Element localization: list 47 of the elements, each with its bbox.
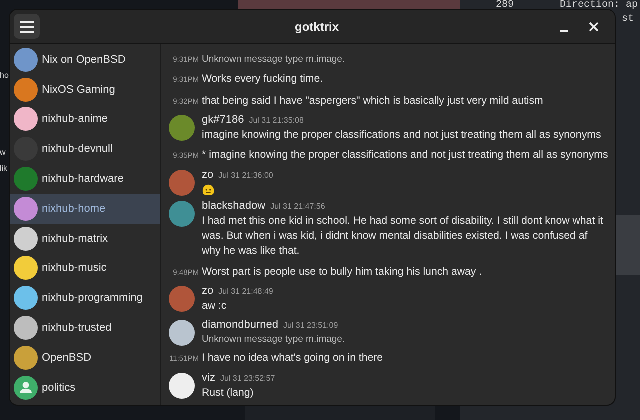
room-item[interactable]: nixhub-hardware xyxy=(10,164,160,194)
message-text: that being said I have "aspergers" which is basically just very mild autism xyxy=(202,94,544,109)
sender-name: gk#7186 xyxy=(202,114,244,126)
sender-name: zo xyxy=(202,285,214,298)
timestamp: Jul 31 21:35:08 xyxy=(249,116,304,125)
room-item[interactable]: politics xyxy=(10,372,160,403)
side-panel xyxy=(615,215,640,275)
sender-name: blackshadow xyxy=(202,200,266,212)
background-text: lik xyxy=(0,164,8,173)
room-item[interactable]: nixhub-home xyxy=(10,194,160,224)
message-text: I have no idea what's going on in there xyxy=(202,351,384,366)
timestamp: Jul 31 21:48:49 xyxy=(218,287,274,296)
message-text: Rust (lang) xyxy=(202,386,255,401)
message-text: * imagine knowing the proper classifications and not just treating them all as synonyms xyxy=(202,148,608,164)
message-text: Unknown message type m.image. xyxy=(202,332,346,346)
message-text: imagine knowing the proper classifications and not just treating them all as synonyms xyxy=(202,128,602,143)
background-text: st xyxy=(622,14,634,25)
message-text: Works every fucking time. xyxy=(202,72,324,88)
timestamp: Jul 31 23:52:57 xyxy=(220,374,276,383)
sender-name: viz xyxy=(202,372,216,384)
sender-name: zo xyxy=(202,168,214,181)
room-item[interactable]: nixhub-music xyxy=(10,254,160,284)
room-item[interactable]: nixhub-anime xyxy=(10,104,160,134)
message-text: Worst part is people use to bully him taking his lunch away . xyxy=(202,264,482,280)
timestamp: Jul 31 23:51:09 xyxy=(283,320,338,330)
room-item[interactable]: OpenBSD xyxy=(10,342,160,373)
room-item[interactable]: Nix on OpenBSD xyxy=(10,45,160,75)
room-item[interactable]: nixhub-matrix xyxy=(10,224,160,254)
background-text: 289 xyxy=(496,0,514,11)
room-item[interactable]: NixOS Gaming xyxy=(10,74,160,105)
background-text: Direction: ap xyxy=(560,0,638,11)
background-text: ho xyxy=(0,71,9,80)
sender-name: diamondburned xyxy=(202,318,278,331)
menu-button[interactable] xyxy=(14,14,40,39)
message-text: aw :c xyxy=(202,299,228,314)
room-item[interactable]: nixhub-programming xyxy=(10,283,160,314)
minimize-icon xyxy=(560,30,568,32)
close-icon xyxy=(589,22,599,32)
timestamp: Jul 31 21:36:00 xyxy=(218,170,274,180)
message-text: Unknown message type m.image. xyxy=(202,52,346,66)
message-text: I had met this one kid in school. He had some sort of disability. I still dont know what it was. But when i was kid, i didnt know mental disabilities existed. I was confused af why he was like that. xyxy=(202,214,604,260)
window-title: gotktrix xyxy=(295,20,340,34)
background-text: w xyxy=(0,148,6,157)
room-item[interactable]: nixhub-devnull xyxy=(10,134,160,164)
room-item[interactable]: nixhub-trusted xyxy=(10,313,160,343)
timestamp: Jul 31 21:47:56 xyxy=(270,202,326,211)
menu-icon xyxy=(20,20,34,32)
